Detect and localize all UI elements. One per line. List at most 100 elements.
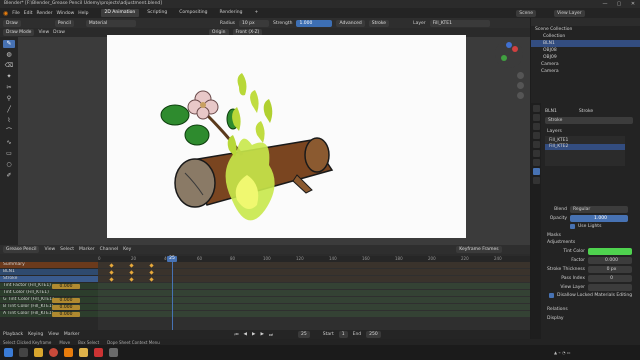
- timeline-marker-menu[interactable]: Marker: [64, 332, 80, 337]
- render-tab-icon[interactable]: [532, 114, 540, 121]
- minimize-icon[interactable]: —: [598, 0, 612, 8]
- menu-view[interactable]: View: [38, 30, 49, 35]
- add-workspace-button[interactable]: +: [250, 9, 262, 17]
- material-tab-icon[interactable]: [532, 177, 540, 184]
- mode-selector[interactable]: Draw: [3, 19, 21, 27]
- modifier-tab-icon[interactable]: [532, 159, 540, 166]
- file-explorer-icon[interactable]: [34, 348, 43, 357]
- blender-logo-icon[interactable]: ◉: [3, 10, 8, 17]
- prev-key-icon[interactable]: ◀: [244, 332, 247, 337]
- channel-row[interactable]: Summary: [0, 262, 98, 268]
- channel-value-field[interactable]: 0.000: [52, 283, 80, 289]
- data-tab-icon[interactable]: [532, 168, 540, 175]
- jump-end-icon[interactable]: ⏭: [269, 332, 273, 338]
- channel-value-field[interactable]: 0.000: [52, 297, 80, 303]
- next-key-icon[interactable]: ▶: [260, 332, 263, 337]
- recorder-icon[interactable]: [94, 348, 103, 357]
- masks-section[interactable]: Masks: [545, 232, 640, 239]
- cutter-tool-icon[interactable]: ✂: [3, 84, 15, 92]
- menu-help[interactable]: Help: [78, 11, 88, 16]
- fill-tool-icon[interactable]: ◍: [3, 51, 15, 59]
- menu-edit[interactable]: Edit: [24, 11, 33, 16]
- keying-menu[interactable]: Keying: [28, 332, 43, 337]
- dope-menu-channel[interactable]: Channel: [100, 247, 118, 252]
- keyframe-marker[interactable]: [109, 262, 114, 268]
- playhead[interactable]: [172, 256, 173, 330]
- arc-tool-icon[interactable]: ⌒: [3, 128, 15, 136]
- zoom-view-icon[interactable]: [517, 72, 524, 79]
- dope-menu-key[interactable]: Key: [123, 247, 131, 252]
- view-layer-field[interactable]: [588, 284, 632, 291]
- use-lights-checkbox[interactable]: [570, 224, 575, 229]
- tint-tool-icon[interactable]: ✦: [3, 73, 15, 81]
- eyedropper-tool-icon[interactable]: ⚲: [3, 95, 15, 103]
- dope-menu-select[interactable]: Select: [60, 247, 74, 252]
- current-frame-field[interactable]: 25: [298, 331, 310, 338]
- close-icon[interactable]: ✕: [626, 0, 640, 8]
- menu-render[interactable]: Render: [37, 11, 53, 16]
- annotate-tool-icon[interactable]: ✐: [3, 172, 15, 180]
- blend-dropdown[interactable]: Regular: [570, 206, 628, 213]
- dope-menu-marker[interactable]: Marker: [79, 247, 95, 252]
- navigation-gizmo[interactable]: [495, 40, 523, 68]
- outliner-item[interactable]: OBJ09: [531, 54, 640, 61]
- dope-menu-view[interactable]: View: [44, 247, 55, 252]
- windows-start-icon[interactable]: [4, 348, 13, 357]
- channel-row[interactable]: BLN1: [0, 269, 98, 275]
- pan-view-icon[interactable]: [517, 82, 524, 89]
- scene-selector[interactable]: Scene: [516, 9, 536, 17]
- factor-field[interactable]: 0.000: [588, 257, 632, 264]
- play-icon[interactable]: ▶: [252, 332, 255, 337]
- brush-selector[interactable]: Pencil: [54, 19, 74, 27]
- box-tool-icon[interactable]: ▭: [3, 150, 15, 158]
- end-frame-field[interactable]: 250: [366, 331, 381, 338]
- jump-start-icon[interactable]: ⏮: [234, 332, 238, 338]
- keyframe-filter-dropdown[interactable]: Keyframe Frames: [456, 246, 502, 253]
- outliner-item[interactable]: Camera: [531, 61, 640, 68]
- channel-row[interactable]: A Tint Color (Fill_KTE1) 0.000: [0, 311, 98, 317]
- data-block-field[interactable]: Stroke: [545, 117, 633, 124]
- channel-value-field[interactable]: 0.000: [52, 304, 80, 310]
- keyframe-marker[interactable]: [149, 262, 154, 268]
- tint-color-swatch[interactable]: [588, 248, 632, 255]
- drawing-canvas[interactable]: [107, 35, 466, 238]
- adjustments-section[interactable]: Adjustments: [545, 239, 640, 246]
- stroke-dropdown[interactable]: Stroke: [368, 19, 390, 27]
- display-section[interactable]: Display: [545, 315, 640, 322]
- keyframe-marker[interactable]: [149, 269, 154, 275]
- start-frame-field[interactable]: 1: [338, 331, 348, 338]
- workspace-tab-compositing[interactable]: Compositing: [175, 9, 211, 17]
- workspace-tab-rendering[interactable]: Rendering: [215, 9, 246, 17]
- channel-row[interactable]: Stroke: [0, 276, 98, 282]
- timeline-view-menu[interactable]: View: [48, 332, 59, 337]
- folder-icon[interactable]: [79, 348, 88, 357]
- pass-index-field[interactable]: 0: [588, 275, 632, 282]
- playback-menu[interactable]: Playback: [3, 332, 23, 337]
- outliner-item[interactable]: OBJ08: [531, 47, 640, 54]
- view-layer-selector[interactable]: View Layer: [553, 9, 585, 17]
- menu-draw[interactable]: Draw: [53, 30, 65, 35]
- outliner-item[interactable]: Scene Collection: [531, 26, 640, 33]
- opacity-field[interactable]: 1.000: [570, 215, 628, 222]
- tool-tab-icon[interactable]: [532, 105, 540, 112]
- camera-view-icon[interactable]: [517, 92, 524, 99]
- world-tab-icon[interactable]: [532, 141, 540, 148]
- dope-sheet-mode-selector[interactable]: Grease Pencil: [3, 246, 40, 253]
- workspace-tab-scripting[interactable]: Scripting: [143, 9, 171, 17]
- keyframe-marker[interactable]: [109, 276, 114, 282]
- channel-row[interactable]: Tint Color (Fill_KTE1): [0, 290, 98, 296]
- outliner-item[interactable]: BLN1: [531, 40, 640, 47]
- keyframe-marker[interactable]: [129, 269, 134, 275]
- line-tool-icon[interactable]: ╱: [3, 106, 15, 114]
- keyframe-marker[interactable]: [149, 276, 154, 282]
- relations-section[interactable]: Relations: [545, 306, 640, 313]
- layers-section[interactable]: Layers: [545, 128, 640, 135]
- channel-value-field[interactable]: 0.000: [52, 311, 80, 317]
- menu-window[interactable]: Window: [57, 11, 75, 16]
- keyframe-marker[interactable]: [109, 269, 114, 275]
- scene-tab-icon[interactable]: [532, 132, 540, 139]
- current-frame-badge[interactable]: 25: [167, 256, 177, 262]
- layer-selector[interactable]: Fill_KTE1: [429, 19, 490, 27]
- channel-row[interactable]: B Tint Color (Fill_KTE1) 0.000: [0, 304, 98, 310]
- erase-tool-icon[interactable]: ⌫: [3, 62, 15, 70]
